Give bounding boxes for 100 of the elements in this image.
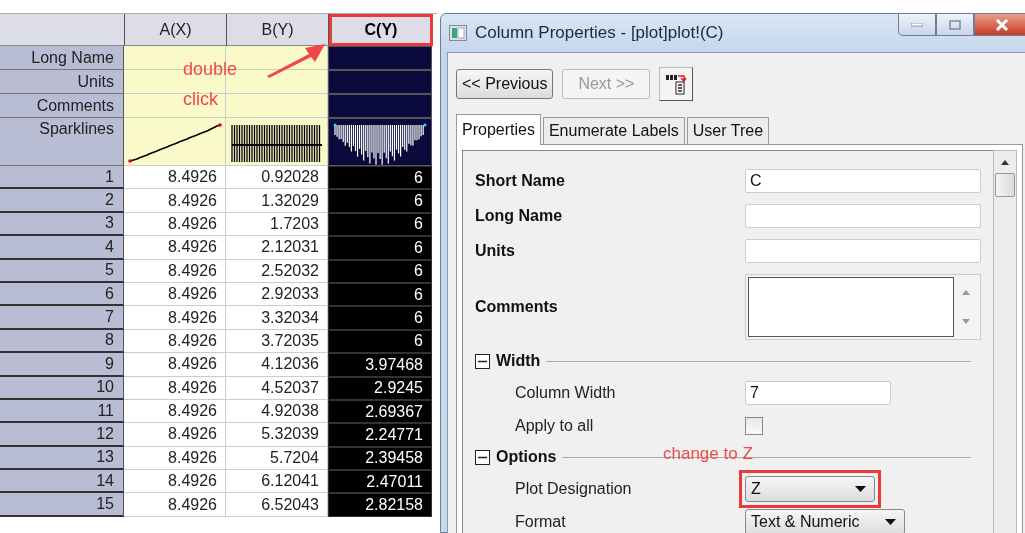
tab[interactable]: Enumerate Labels (542, 117, 685, 144)
annotation-arrow (265, 42, 327, 78)
row-number[interactable]: 11 (0, 399, 124, 424)
table-cell: 2.92033 (226, 282, 328, 307)
table-cell: 3.72035 (226, 329, 328, 354)
row-number[interactable]: 14 (0, 470, 124, 494)
table-cell: 2.24771 (328, 423, 432, 447)
table-cell: 2.12031 (226, 236, 328, 260)
row-number[interactable]: 9 (0, 353, 124, 377)
annotation-text: double (183, 59, 238, 80)
collapse-icon[interactable] (475, 353, 490, 369)
window-icon (449, 25, 467, 41)
column-header[interactable]: A(X) (125, 14, 227, 46)
table-cell: 8.4926 (124, 399, 226, 424)
table-cell: 3.97468 (328, 353, 432, 377)
table-cell: 8.4926 (124, 282, 226, 307)
field-label: Plot Designation (514, 479, 633, 498)
row-number[interactable]: 10 (0, 376, 124, 400)
numbering-button[interactable] (659, 67, 694, 101)
maximize-icon (949, 19, 961, 30)
close-icon (995, 18, 1009, 31)
table-cell: 2.9245 (328, 376, 432, 400)
annotation-text: click (183, 89, 218, 110)
row-number[interactable]: 4 (0, 236, 124, 260)
table-cell: 2.52032 (226, 259, 328, 283)
window-title: Column Properties - [plot]plot!(C) (475, 23, 724, 43)
caret-icon (855, 485, 866, 492)
table-cell: 4.92038 (226, 399, 328, 424)
corner-cell[interactable] (0, 14, 125, 46)
dropdown[interactable]: Z (745, 475, 875, 502)
section-title: Width (496, 352, 541, 370)
table-cell: 8.4926 (124, 446, 226, 471)
tab[interactable]: Properties (456, 114, 541, 145)
table-cell: 1.7203 (226, 212, 328, 237)
table-cell: 8.4926 (124, 306, 226, 330)
row-number[interactable]: 12 (0, 423, 124, 447)
table-cell: 0.92028 (226, 166, 328, 190)
row-number[interactable]: 6 (0, 282, 124, 307)
row-number[interactable]: 5 (0, 259, 124, 283)
close-button[interactable] (974, 14, 1025, 36)
tab[interactable]: User Tree (686, 117, 770, 144)
row-number[interactable]: 2 (0, 189, 124, 213)
table-cell: 2.39458 (328, 446, 432, 471)
table-cell: 8.4926 (124, 189, 226, 213)
table-cell: 8.4926 (124, 166, 226, 190)
table-cell: 5.32039 (226, 423, 328, 447)
previous-button[interactable]: << Previous (456, 69, 554, 99)
field-label: Apply to all (514, 416, 595, 435)
minimize-button[interactable] (898, 14, 936, 36)
checkbox[interactable] (745, 416, 763, 435)
table-cell: 8.4926 (124, 353, 226, 377)
field-label: Format (514, 512, 567, 531)
minimize-icon (911, 22, 923, 27)
field-label: Comments (475, 298, 559, 316)
table-cell: 2.47011 (328, 470, 432, 494)
section-title: Options (496, 448, 557, 466)
row-number[interactable]: 3 (0, 212, 124, 237)
table-cell: 6 (328, 306, 432, 330)
text-field[interactable]: C (745, 168, 981, 193)
row-number[interactable]: 1 (0, 166, 124, 190)
row-number[interactable]: 15 (0, 493, 124, 517)
table-cell: 8.4926 (124, 212, 226, 237)
column-header[interactable]: B(Y) (227, 14, 329, 46)
scroll-up-icon[interactable] (1000, 159, 1010, 165)
column-header[interactable]: C(Y) (329, 14, 433, 46)
table-cell: 6 (328, 259, 432, 283)
table-cell: 5.7204 (226, 446, 328, 471)
table-cell: 8.4926 (124, 423, 226, 447)
row-label: Long Name (0, 46, 124, 70)
text-field[interactable]: 7 (745, 380, 891, 405)
table-cell: 6.52043 (226, 493, 328, 517)
row-number[interactable]: 13 (0, 446, 124, 471)
text-field[interactable] (745, 238, 981, 263)
table-cell: 6 (328, 282, 432, 307)
scroll-down-icon[interactable] (961, 319, 971, 325)
row-label: Units (0, 70, 124, 94)
annotation-text: change to Z (663, 444, 753, 464)
maximize-button[interactable] (936, 14, 974, 36)
table-cell: 8.4926 (124, 236, 226, 260)
table-cell: 6 (328, 329, 432, 354)
table-cell: 8.4926 (124, 493, 226, 517)
table-cell: 6 (328, 166, 432, 190)
row-number[interactable]: 7 (0, 306, 124, 330)
table-cell: 4.52037 (226, 376, 328, 400)
text-field[interactable] (745, 203, 981, 228)
row-label: Sparklines (0, 118, 124, 166)
field-label: Units (475, 241, 516, 260)
table-cell: 4.12036 (226, 353, 328, 377)
table-cell: 6.12041 (226, 470, 328, 494)
table-cell: 8.4926 (124, 259, 226, 283)
table-cell: 8.4926 (124, 470, 226, 494)
dropdown[interactable]: Text & Numeric (745, 508, 905, 533)
row-label: Comments (0, 94, 124, 118)
collapse-icon[interactable] (475, 449, 490, 465)
scrollbar-thumb[interactable] (995, 173, 1015, 197)
comments-field[interactable] (745, 274, 981, 340)
table-cell: 6 (328, 212, 432, 237)
scrollbar[interactable] (993, 150, 1017, 533)
table-cell: 8.4926 (124, 376, 226, 400)
row-number[interactable]: 8 (0, 329, 124, 354)
